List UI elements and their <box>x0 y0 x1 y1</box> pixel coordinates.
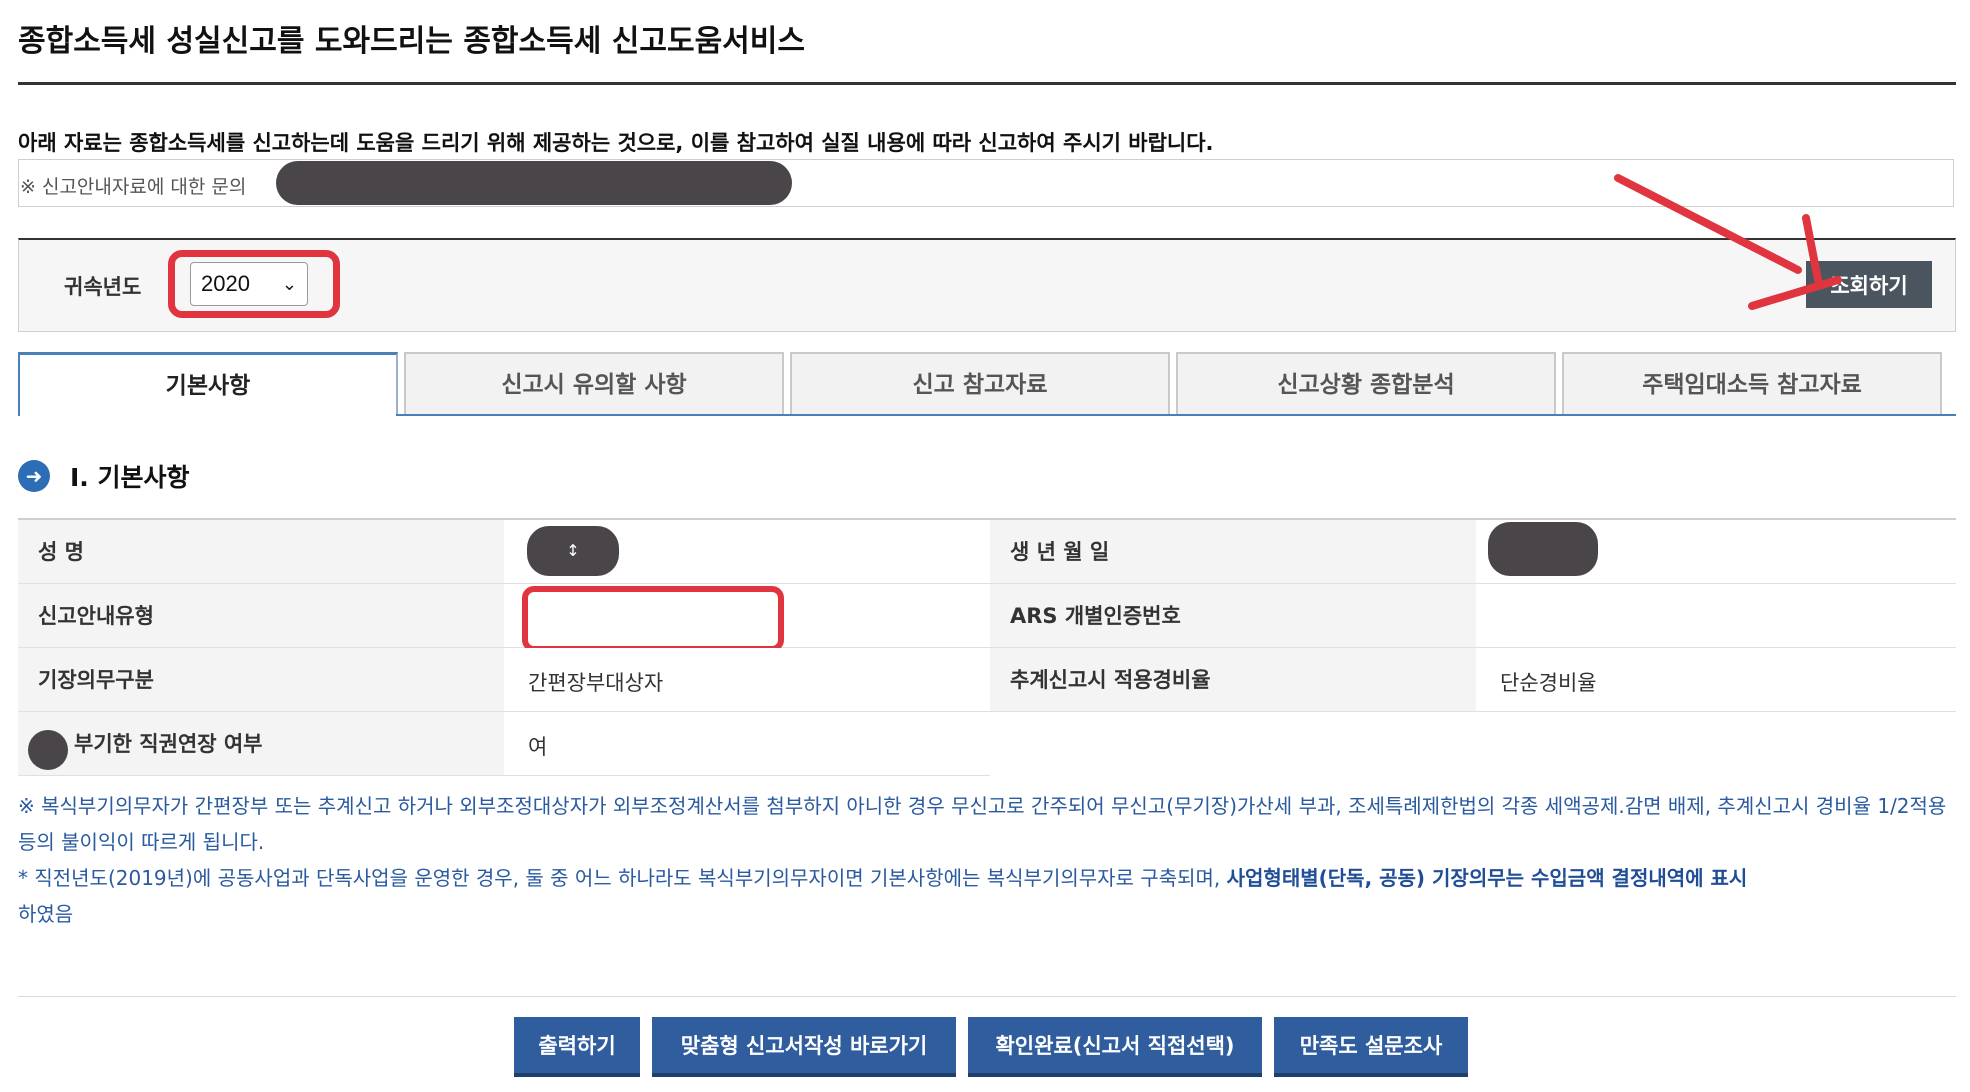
red-arrow-upper <box>1614 174 1802 274</box>
annotation-arrows <box>1614 174 1842 310</box>
red-arrow-tip <box>1802 214 1822 284</box>
red-arrow-lower <box>1748 276 1842 310</box>
